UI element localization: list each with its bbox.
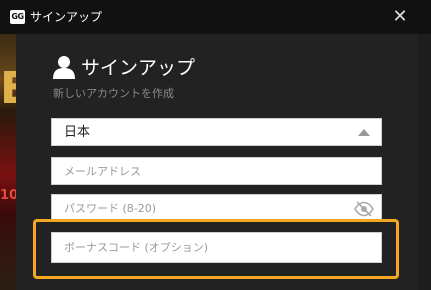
background-number: 10 [0, 188, 16, 203]
bonus-code-field-wrapper [51, 232, 382, 263]
page-subtitle: 新しいアカウントを作成 [53, 87, 174, 100]
country-select[interactable]: 日本 [51, 118, 382, 146]
user-icon [53, 56, 75, 79]
page-title: サインアップ [81, 57, 196, 79]
window-title: サインアップ [30, 10, 103, 24]
email-field[interactable] [52, 158, 381, 184]
gg-logo-icon: GG [10, 10, 25, 24]
eye-slash-icon[interactable] [354, 201, 374, 217]
close-icon[interactable]: ✕ [390, 7, 410, 27]
caret-up-icon [358, 129, 370, 136]
background-letter: E [0, 63, 16, 114]
password-field-wrapper [51, 194, 382, 222]
email-field-wrapper [51, 157, 382, 185]
password-field[interactable] [52, 195, 381, 221]
country-select-value: 日本 [64, 125, 91, 140]
window-titlebar: GG サインアップ ✕ [0, 0, 431, 34]
bonus-code-field[interactable] [52, 233, 381, 262]
signup-panel: サインアップ 新しいアカウントを作成 日本 [16, 34, 418, 290]
